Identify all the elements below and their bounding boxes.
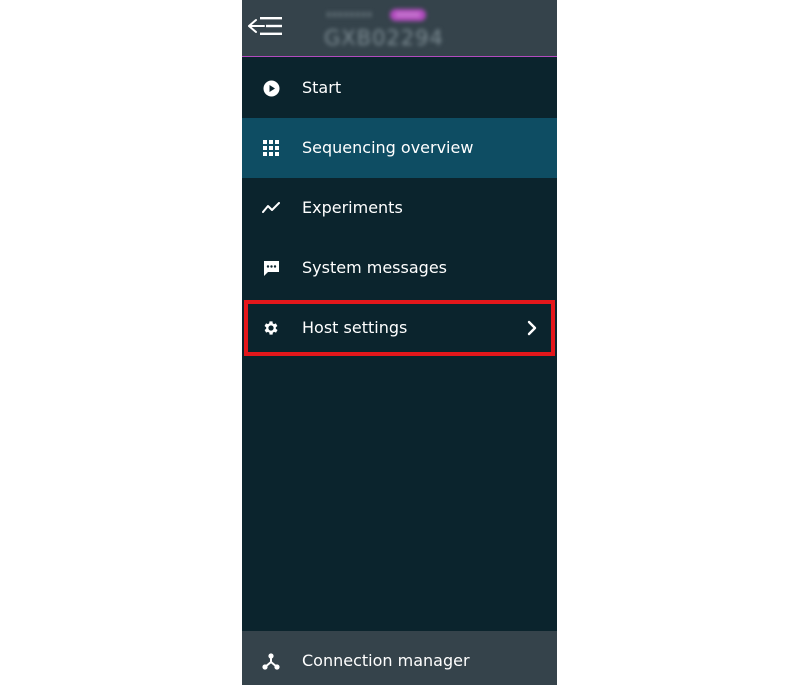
nav-item-host-settings[interactable]: Host settings bbox=[242, 298, 557, 358]
menu-collapse-icon bbox=[248, 17, 282, 35]
gear-icon bbox=[262, 319, 280, 337]
nav-item-label: Connection manager bbox=[302, 651, 470, 670]
nav-item-label: Start bbox=[302, 78, 342, 97]
nav-item-connection-manager[interactable]: Connection manager bbox=[242, 631, 557, 685]
trend-line-icon bbox=[262, 199, 280, 217]
device-label: xxxxxxxx bbox=[326, 10, 373, 20]
nav-item-label: Experiments bbox=[302, 198, 403, 217]
device-status-badge: xxxxx bbox=[390, 9, 426, 21]
panel-header: xxxxxxxx xxxxx GXB02294 bbox=[242, 0, 557, 57]
nav-item-label: Sequencing overview bbox=[302, 138, 474, 157]
navigation-panel: xxxxxxxx xxxxx GXB02294 Start Sequencing… bbox=[242, 0, 557, 685]
nav-item-system-messages[interactable]: System messages bbox=[242, 238, 557, 298]
play-circle-icon bbox=[262, 79, 280, 97]
nav-item-label: Host settings bbox=[302, 318, 408, 337]
collapse-menu-button[interactable] bbox=[247, 11, 285, 41]
grid-icon bbox=[262, 139, 280, 157]
chevron-right-icon bbox=[525, 318, 539, 338]
message-icon bbox=[262, 259, 280, 277]
nav-item-start[interactable]: Start bbox=[242, 58, 557, 118]
device-info: xxxxxxxx xxxxx GXB02294 bbox=[322, 6, 452, 54]
nav-item-sequencing-overview[interactable]: Sequencing overview bbox=[242, 118, 557, 178]
device-id: GXB02294 bbox=[324, 26, 444, 50]
nav-item-experiments[interactable]: Experiments bbox=[242, 178, 557, 238]
network-icon bbox=[262, 652, 280, 670]
nav-item-label: System messages bbox=[302, 258, 447, 277]
